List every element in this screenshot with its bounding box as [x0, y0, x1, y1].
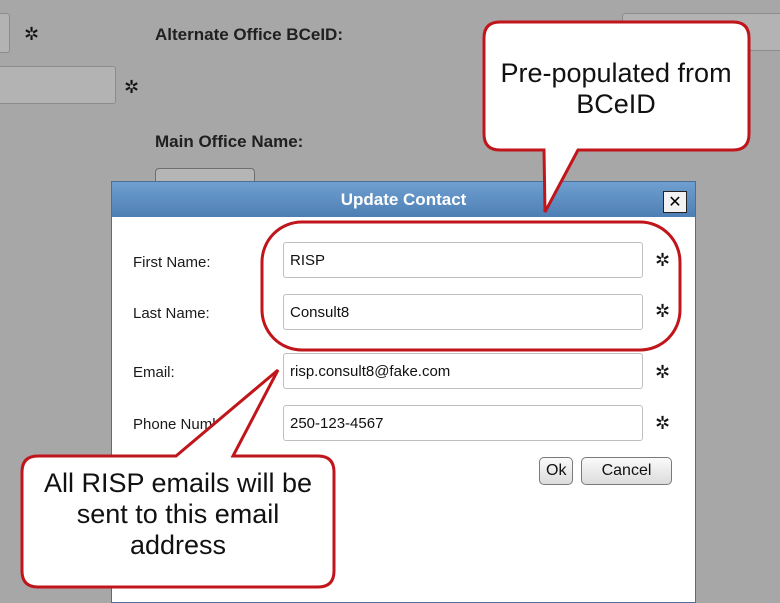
name-fields-highlight [260, 220, 682, 352]
prepopulated-callout-text: Pre-populated from BCeID [500, 58, 732, 120]
email-callout-text: All RISP emails will be sent to this ema… [43, 468, 313, 561]
